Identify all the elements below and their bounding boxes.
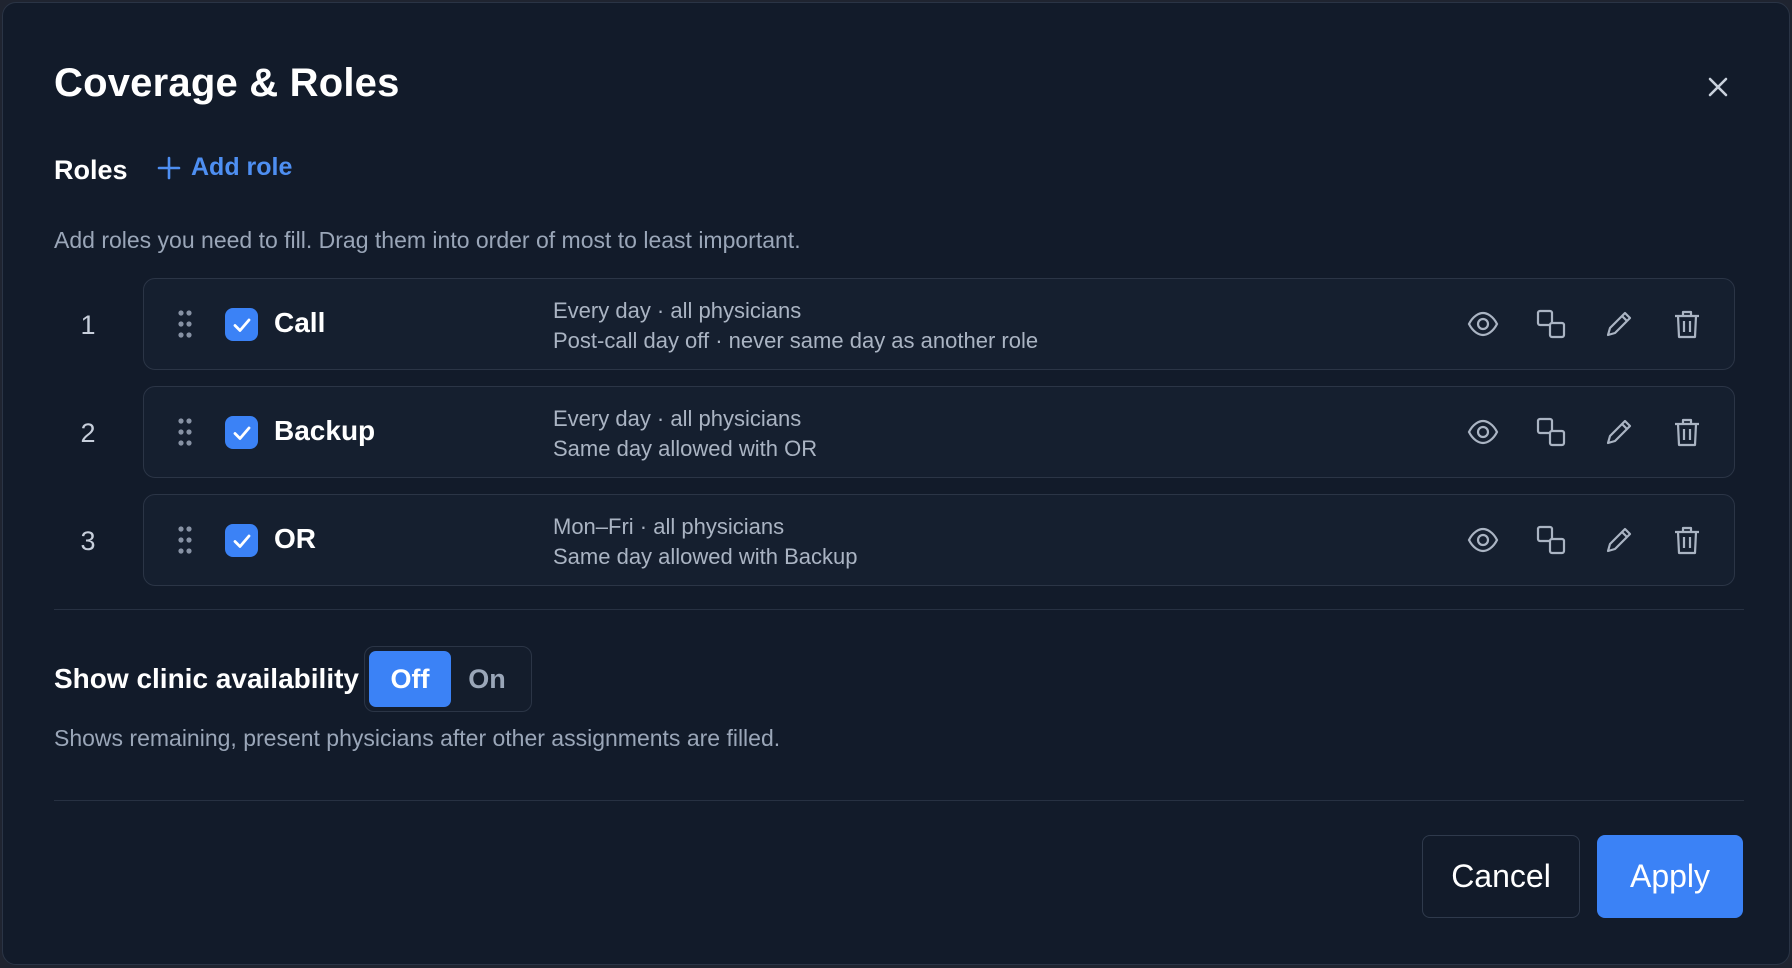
clinic-availability-hint: Shows remaining, present physicians afte… [54, 725, 781, 751]
close-icon [1708, 77, 1728, 97]
role-enabled-checkbox[interactable] [225, 524, 258, 557]
edit-button[interactable] [1598, 411, 1640, 453]
role-description: Every day · all physicians Same day allo… [553, 404, 817, 464]
role-description: Mon–Fri · all physicians Same day allowe… [553, 512, 858, 572]
role-number: 1 [80, 310, 96, 340]
preview-button[interactable] [1462, 519, 1504, 561]
role-row-or[interactable]: OR Mon–Fri · all physicians Same day all… [143, 494, 1735, 586]
plus-icon [157, 156, 181, 179]
delete-button[interactable] [1666, 411, 1708, 453]
cancel-button[interactable]: Cancel [1422, 835, 1580, 918]
role-row-call[interactable]: Call Every day · all physicians Post-cal… [143, 278, 1735, 370]
pencil-icon [1606, 527, 1632, 553]
role-actions [1462, 411, 1708, 453]
apply-button[interactable]: Apply [1597, 835, 1743, 918]
drag-handle-icon[interactable] [178, 525, 192, 555]
drag-handle-icon[interactable] [178, 309, 192, 339]
toggle-option-off[interactable]: Off [369, 651, 451, 707]
eye-icon [1467, 311, 1499, 337]
close-button[interactable] [1700, 69, 1736, 105]
add-role-label: Add role [191, 153, 293, 181]
role-description-line: Mon–Fri · all physicians [553, 514, 785, 539]
add-role-button[interactable]: Add role [157, 153, 292, 182]
check-icon [233, 318, 250, 332]
drag-handle-icon[interactable] [178, 417, 192, 447]
role-name: Backup [274, 415, 376, 446]
role-enabled-checkbox[interactable] [225, 416, 258, 449]
clinic-availability-label: Show clinic availability [54, 663, 359, 694]
role-name: OR [274, 523, 316, 554]
role-description-line: Every day · all physicians [553, 298, 802, 323]
role-name: Call [274, 307, 326, 338]
copy-icon [1536, 309, 1566, 339]
role-actions [1462, 303, 1708, 345]
pencil-icon [1606, 419, 1632, 445]
trash-icon [1675, 310, 1699, 339]
dialog-title: Coverage & Roles [54, 61, 400, 105]
toggle-option-on[interactable]: On [457, 651, 517, 707]
role-row-backup[interactable]: Backup Every day · all physicians Same d… [143, 386, 1735, 478]
trash-icon [1675, 418, 1699, 447]
delete-button[interactable] [1666, 519, 1708, 561]
eye-icon [1467, 527, 1499, 553]
footer-divider [54, 800, 1744, 801]
coverage-roles-dialog: Coverage & Roles Roles Add role Add role… [2, 2, 1790, 965]
copy-icon [1536, 525, 1566, 555]
clinic-availability-toggle[interactable]: Off On [364, 646, 532, 712]
roles-section-label: Roles [54, 155, 128, 185]
eye-icon [1467, 419, 1499, 445]
role-enabled-checkbox[interactable] [225, 308, 258, 341]
role-description: Every day · all physicians Post-call day… [553, 296, 1038, 356]
preview-button[interactable] [1462, 411, 1504, 453]
preview-button[interactable] [1462, 303, 1504, 345]
pencil-icon [1606, 311, 1632, 337]
edit-button[interactable] [1598, 519, 1640, 561]
role-description-line: Same day allowed with Backup [553, 544, 858, 569]
role-actions [1462, 519, 1708, 561]
roles-hint: Add roles you need to fill. Drag them in… [54, 227, 801, 253]
role-number: 2 [80, 418, 96, 448]
edit-button[interactable] [1598, 303, 1640, 345]
duplicate-button[interactable] [1530, 303, 1572, 345]
role-number: 3 [80, 526, 96, 556]
duplicate-button[interactable] [1530, 519, 1572, 561]
trash-icon [1675, 526, 1699, 555]
role-description-line: Post-call day off · never same day as an… [553, 328, 1039, 353]
role-description-line: Same day allowed with OR [553, 436, 818, 461]
duplicate-button[interactable] [1530, 411, 1572, 453]
copy-icon [1536, 417, 1566, 447]
delete-button[interactable] [1666, 303, 1708, 345]
check-icon [233, 426, 250, 440]
role-description-line: Every day · all physicians [553, 406, 802, 431]
section-divider [54, 609, 1744, 610]
check-icon [233, 534, 250, 548]
